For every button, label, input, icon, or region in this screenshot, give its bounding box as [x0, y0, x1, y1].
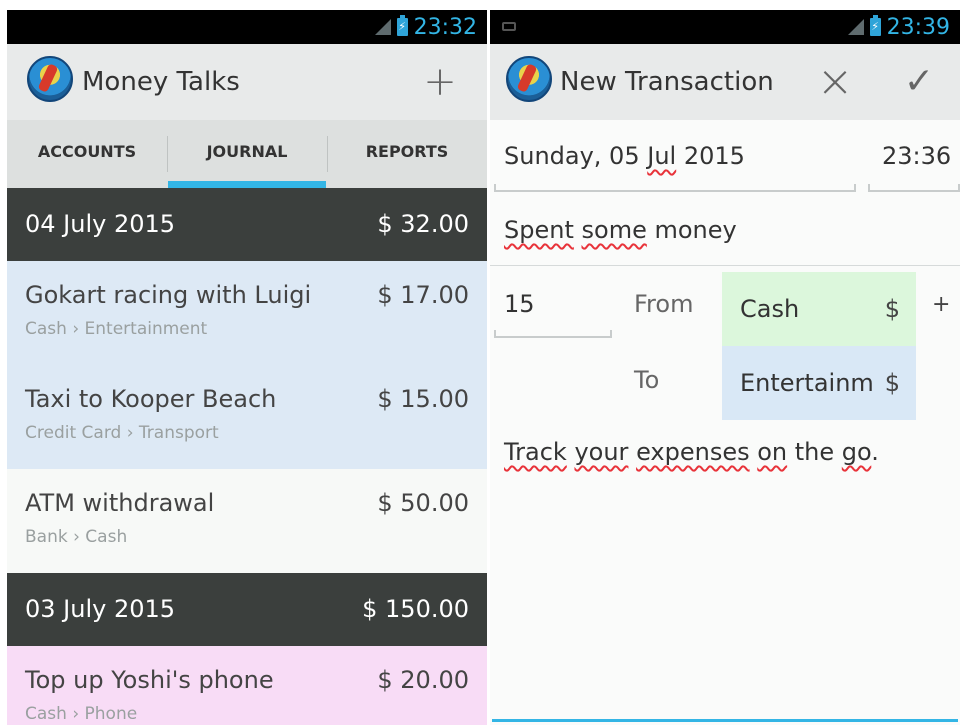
amount-underline — [494, 330, 612, 338]
from-account-selector[interactable]: Cash $ — [722, 272, 916, 346]
journal-screen: 23:32 Money Talks + ACCOUNTS JOURNAL REP… — [7, 10, 487, 725]
add-split-button[interactable]: + — [932, 292, 950, 317]
description-rest: money — [646, 216, 737, 244]
note-focus-underline — [492, 719, 958, 722]
entry-amount: $ 50.00 — [377, 489, 469, 517]
battery-charging-icon — [396, 15, 408, 36]
day-date: 04 July 2015 — [25, 210, 176, 238]
journal-entry[interactable]: ATM withdrawal $ 50.00 Bank › Cash — [7, 469, 487, 573]
day-header: 04 July 2015 $ 32.00 — [7, 188, 487, 261]
notification-icon — [502, 22, 516, 31]
amount-input[interactable]: 15 — [504, 290, 535, 318]
day-total: $ 32.00 — [377, 210, 469, 238]
journal-entry[interactable]: Gokart racing with Luigi $ 17.00 Cash › … — [7, 261, 487, 365]
status-clock: 23:32 — [413, 14, 477, 40]
from-account-name: Cash — [740, 295, 800, 323]
tab-journal[interactable]: JOURNAL — [167, 120, 327, 188]
tab-bar: ACCOUNTS JOURNAL REPORTS — [7, 120, 487, 188]
app-logo-icon[interactable] — [506, 56, 552, 102]
note-word: on — [757, 438, 788, 466]
description-word: some — [581, 216, 647, 244]
note-word: your — [574, 438, 629, 466]
date-field[interactable]: Sunday, 05 Jul 2015 — [504, 142, 745, 170]
day-date: 03 July 2015 — [25, 595, 176, 623]
note-input[interactable]: Track your expenses on the go. — [504, 438, 879, 466]
note-word: go — [841, 438, 872, 466]
entry-title: Top up Yoshi's phone — [25, 666, 274, 694]
entry-accounts: Bank › Cash — [25, 527, 128, 547]
note-word: . — [871, 438, 879, 466]
signal-icon — [374, 19, 391, 35]
new-transaction-screen: 23:39 New Transaction × ✓ Sunday, 05 Jul… — [490, 10, 960, 725]
note-word: expenses — [636, 438, 750, 466]
entry-amount: $ 20.00 — [377, 666, 469, 694]
entry-title: Taxi to Kooper Beach — [25, 385, 277, 413]
status-icons: 23:32 — [374, 10, 477, 44]
screen-title: New Transaction — [560, 67, 774, 97]
add-transaction-button[interactable]: + — [415, 44, 465, 120]
date-text: Sunday, 05 — [504, 142, 648, 170]
confirm-check-icon[interactable]: ✓ — [894, 44, 944, 120]
status-clock: 23:39 — [886, 14, 950, 40]
tab-reports[interactable]: REPORTS — [327, 120, 487, 188]
status-bar: 23:32 — [7, 10, 487, 44]
app-logo-icon[interactable] — [27, 56, 73, 102]
status-bar: 23:39 — [490, 10, 960, 44]
entry-amount: $ 17.00 — [377, 281, 469, 309]
action-bar: New Transaction × ✓ — [490, 44, 960, 120]
date-month: Jul — [647, 142, 677, 170]
time-field[interactable]: 23:36 — [882, 142, 951, 170]
entry-accounts: Cash › Entertainment — [25, 319, 208, 339]
action-bar: Money Talks + — [7, 44, 487, 120]
journal-list: 04 July 2015 $ 32.00 Gokart racing with … — [7, 188, 487, 725]
journal-entry[interactable]: Taxi to Kooper Beach $ 15.00 Credit Card… — [7, 365, 487, 469]
tab-accounts[interactable]: ACCOUNTS — [7, 120, 167, 188]
date-underline — [494, 184, 856, 192]
entry-accounts: Credit Card › Transport — [25, 423, 219, 443]
entry-accounts: Cash › Phone — [25, 704, 138, 724]
app-title: Money Talks — [82, 67, 240, 97]
signal-icon — [847, 19, 864, 35]
description-word: Spent — [504, 216, 574, 244]
to-currency: $ — [884, 369, 900, 397]
to-account-name: Entertainment — [740, 369, 872, 397]
description-divider — [490, 265, 960, 266]
transaction-form: Sunday, 05 Jul 2015 23:36 Spent some mon… — [490, 120, 960, 725]
close-icon[interactable]: × — [810, 44, 860, 120]
from-label: From — [634, 290, 694, 318]
entry-title: ATM withdrawal — [25, 489, 215, 517]
status-icons: 23:39 — [847, 10, 950, 44]
date-year: 2015 — [676, 142, 745, 170]
journal-entry[interactable]: Top up Yoshi's phone $ 20.00 Cash › Phon… — [7, 646, 487, 725]
note-word — [628, 438, 636, 466]
day-total: $ 150.00 — [362, 595, 469, 623]
note-word: the — [787, 438, 842, 466]
entry-amount: $ 15.00 — [377, 385, 469, 413]
battery-charging-icon — [869, 15, 881, 36]
time-underline — [868, 184, 960, 192]
description-input[interactable]: Spent some money — [504, 216, 737, 244]
note-word: Track — [504, 438, 567, 466]
from-currency: $ — [884, 295, 900, 323]
to-account-selector[interactable]: Entertainment $ — [722, 346, 916, 420]
day-header: 03 July 2015 $ 150.00 — [7, 573, 487, 646]
to-label: To — [634, 366, 660, 394]
entry-title: Gokart racing with Luigi — [25, 281, 312, 309]
